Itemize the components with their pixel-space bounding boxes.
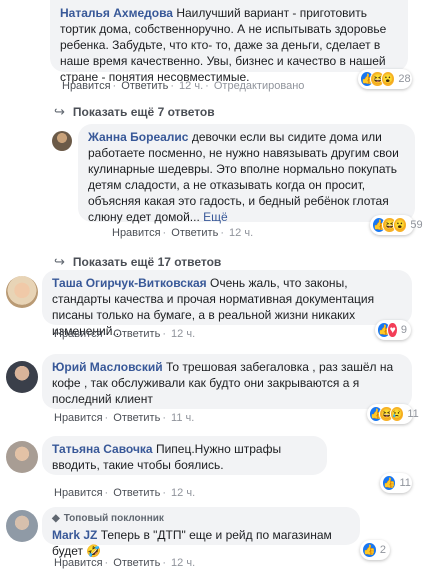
like-link[interactable]: Нравится (54, 328, 103, 340)
reaction-count: 9 (400, 324, 407, 336)
comment-bubble: Юрий Масловский То трешовая забегаловка … (42, 354, 412, 409)
comment-bubble: Наталья Ахмедова Наилучший вариант - при… (50, 0, 408, 84)
avatar[interactable] (6, 276, 38, 308)
like-link[interactable]: Нравится (54, 412, 103, 424)
comment-author[interactable]: Mark JZ (52, 528, 97, 542)
comment-author[interactable]: Жанна Бореалис (88, 130, 188, 144)
comment-bubble: ◆ Топовый поклонник Mark JZ Теперь в "ДТ… (42, 507, 360, 558)
like-link[interactable]: Нравится (62, 80, 111, 92)
comment-actions: Нравится · Ответить · 12 ч. (112, 227, 254, 239)
comment-text: девочки если вы сидите дома или работает… (88, 130, 399, 224)
comment-time[interactable]: 12 ч. (179, 80, 203, 92)
comment-bubble: Татьяна Савочка Пипец.Нужно штрафы вводи… (42, 436, 327, 475)
comment-actions: Нравится · Ответить · 11 ч. (54, 412, 195, 424)
rofl-emoji: 🤣 (86, 544, 102, 558)
show-more-label[interactable]: Показать ещё 17 ответов (73, 255, 221, 269)
reply-arrow-icon: ↪ (54, 104, 65, 119)
comment-time[interactable]: 12 ч. (171, 328, 195, 340)
reactions-summary[interactable]: 👍 2 (360, 540, 390, 560)
reactions-summary[interactable]: 👍 11 (380, 473, 412, 493)
edited-label[interactable]: Отредактировано (214, 80, 305, 92)
reaction-count: 11 (399, 477, 411, 489)
reactions-summary[interactable]: 👍 😆 😢 11 (367, 404, 419, 424)
reaction-count: 11 (407, 408, 419, 420)
reply-link[interactable]: Ответить (113, 328, 160, 340)
comment-actions: Нравится · Ответить · 12 ч. · Отредактирова… (62, 80, 305, 92)
comment-author[interactable]: Татьяна Савочка (52, 442, 153, 456)
reactions-summary[interactable]: 👍 ♥ 9 (375, 320, 411, 340)
comment-time[interactable]: 12 ч. (171, 557, 195, 569)
like-link[interactable]: Нравится (112, 227, 161, 239)
reply-arrow-icon: ↪ (54, 254, 65, 269)
top-fan-badge: ◆ Топовый поклонник (52, 511, 350, 527)
comment-time[interactable]: 11 ч. (171, 412, 194, 424)
reaction-count: 28 (398, 73, 411, 85)
like-icon: 👍 (382, 475, 397, 491)
reactions-summary[interactable]: 👍 😆 😮 59 (370, 215, 423, 235)
sad-icon: 😢 (389, 406, 405, 422)
like-link[interactable]: Нравится (54, 487, 103, 499)
love-icon: ♥ (387, 322, 398, 338)
comment-time[interactable]: 12 ч. (171, 487, 195, 499)
reaction-count: 2 (379, 544, 386, 556)
reactions-summary[interactable]: 👍 😆 😮 28 (358, 69, 412, 89)
show-more-label[interactable]: Показать ещё 7 ответов (73, 105, 215, 119)
reaction-count: 59 (410, 219, 423, 231)
top-fan-label: Топовый поклонник (63, 513, 164, 524)
avatar[interactable] (52, 131, 72, 151)
avatar[interactable] (6, 441, 38, 473)
comment-time[interactable]: 12 ч. (229, 227, 253, 239)
comment-author[interactable]: Таша Огирчук-Витковская (52, 276, 207, 290)
diamond-icon: ◆ (52, 513, 60, 524)
show-more-replies[interactable]: ↪ Показать ещё 17 ответов (54, 254, 221, 270)
like-icon: 👍 (362, 542, 377, 558)
reply-link[interactable]: Ответить (121, 80, 168, 92)
comment-actions: Нравится · Ответить · 12 ч. (54, 487, 196, 499)
comment-author[interactable]: Наталья Ахмедова (60, 6, 173, 20)
avatar[interactable] (6, 510, 38, 542)
wow-icon: 😮 (380, 71, 396, 87)
show-more-replies[interactable]: ↪ Показать ещё 7 ответов (54, 104, 215, 120)
comment-bubble: Жанна Бореалис девочки если вы сидите до… (78, 124, 415, 224)
comment-bubble: Таша Огирчук-Витковская Очень жаль, что … (42, 270, 412, 338)
reply-link[interactable]: Ответить (113, 557, 160, 569)
comment-actions: Нравится · Ответить · 12 ч. (54, 328, 196, 340)
comment-author[interactable]: Юрий Масловский (52, 360, 163, 374)
like-link[interactable]: Нравится (54, 557, 103, 569)
reply-link[interactable]: Ответить (113, 412, 160, 424)
avatar[interactable] (6, 361, 38, 393)
see-more-link[interactable]: Ещё (203, 210, 228, 224)
reply-link[interactable]: Ответить (171, 227, 218, 239)
reply-link[interactable]: Ответить (113, 487, 160, 499)
wow-icon: 😮 (392, 217, 408, 233)
comment-actions: Нравится · Ответить · 12 ч. (54, 557, 196, 569)
